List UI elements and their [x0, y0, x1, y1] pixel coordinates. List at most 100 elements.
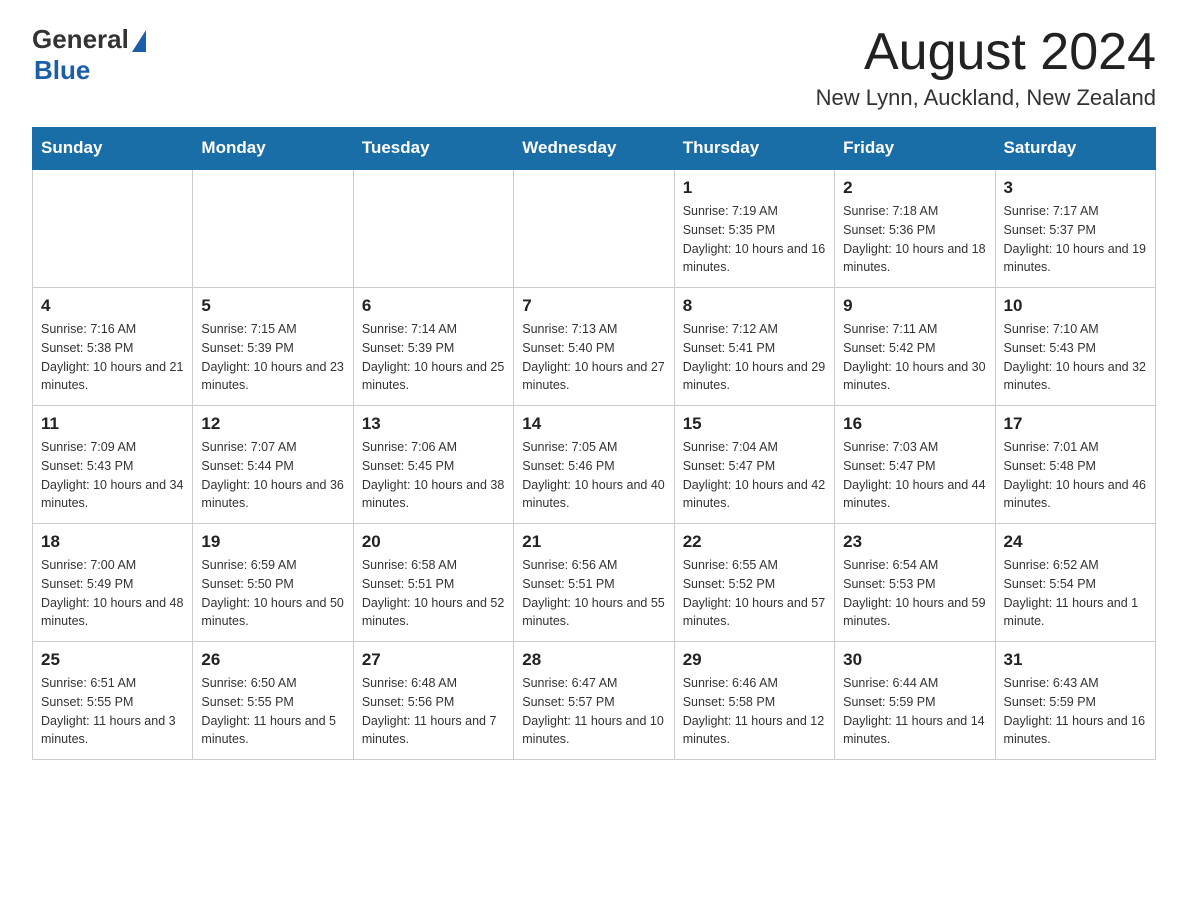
day-info: Sunrise: 6:56 AMSunset: 5:51 PMDaylight:…	[522, 556, 665, 631]
day-info: Sunrise: 7:07 AMSunset: 5:44 PMDaylight:…	[201, 438, 344, 513]
calendar-cell: 17 Sunrise: 7:01 AMSunset: 5:48 PMDayligh…	[995, 406, 1155, 524]
day-info: Sunrise: 6:54 AMSunset: 5:53 PMDaylight:…	[843, 556, 986, 631]
day-info: Sunrise: 7:03 AMSunset: 5:47 PMDaylight:…	[843, 438, 986, 513]
calendar-cell: 28 Sunrise: 6:47 AMSunset: 5:57 PMDayligh…	[514, 642, 674, 760]
day-info: Sunrise: 7:01 AMSunset: 5:48 PMDaylight:…	[1004, 438, 1147, 513]
day-number: 12	[201, 414, 344, 434]
day-number: 26	[201, 650, 344, 670]
day-number: 30	[843, 650, 986, 670]
calendar-cell: 20Sunrise: 6:58 AMSunset: 5:51 PMDayligh…	[353, 524, 513, 642]
day-number: 31	[1004, 650, 1147, 670]
location-text: New Lynn, Auckland, New Zealand	[816, 85, 1156, 111]
day-number: 9	[843, 296, 986, 316]
day-info: Sunrise: 6:46 AMSunset: 5:58 PMDaylight:…	[683, 674, 826, 749]
day-number: 23	[843, 532, 986, 552]
day-number: 1	[683, 178, 826, 198]
calendar-header-row: SundayMondayTuesdayWednesdayThursdayFrid…	[33, 128, 1156, 170]
day-number: 17	[1004, 414, 1147, 434]
day-number: 25	[41, 650, 184, 670]
calendar-cell: 27 Sunrise: 6:48 AMSunset: 5:56 PMDayligh…	[353, 642, 513, 760]
calendar-cell: 21 Sunrise: 6:56 AMSunset: 5:51 PMDayligh…	[514, 524, 674, 642]
calendar-cell	[33, 169, 193, 288]
day-number: 15	[683, 414, 826, 434]
day-info: Sunrise: 6:52 AMSunset: 5:54 PMDaylight:…	[1004, 556, 1147, 631]
day-header-monday: Monday	[193, 128, 353, 170]
day-number: 10	[1004, 296, 1147, 316]
day-number: 3	[1004, 178, 1147, 198]
day-info: Sunrise: 7:13 AMSunset: 5:40 PMDaylight:…	[522, 320, 665, 395]
day-header-wednesday: Wednesday	[514, 128, 674, 170]
calendar-cell: 31Sunrise: 6:43 AMSunset: 5:59 PMDayligh…	[995, 642, 1155, 760]
day-header-saturday: Saturday	[995, 128, 1155, 170]
calendar-cell: 12 Sunrise: 7:07 AMSunset: 5:44 PMDayligh…	[193, 406, 353, 524]
day-info: Sunrise: 7:18 AMSunset: 5:36 PMDaylight:…	[843, 202, 986, 277]
calendar-week-row: 4Sunrise: 7:16 AMSunset: 5:38 PMDaylight…	[33, 288, 1156, 406]
month-title: August 2024	[816, 24, 1156, 81]
day-header-thursday: Thursday	[674, 128, 834, 170]
calendar-cell: 11Sunrise: 7:09 AMSunset: 5:43 PMDayligh…	[33, 406, 193, 524]
calendar-cell: 15 Sunrise: 7:04 AMSunset: 5:47 PMDayligh…	[674, 406, 834, 524]
day-number: 4	[41, 296, 184, 316]
calendar-cell: 8 Sunrise: 7:12 AMSunset: 5:41 PMDaylight…	[674, 288, 834, 406]
calendar-cell: 30 Sunrise: 6:44 AMSunset: 5:59 PMDayligh…	[835, 642, 995, 760]
calendar-cell: 3 Sunrise: 7:17 AMSunset: 5:37 PMDaylight…	[995, 169, 1155, 288]
day-number: 5	[201, 296, 344, 316]
day-info: Sunrise: 6:47 AMSunset: 5:57 PMDaylight:…	[522, 674, 665, 749]
calendar-week-row: 25 Sunrise: 6:51 AMSunset: 5:55 PMDayligh…	[33, 642, 1156, 760]
calendar-cell	[193, 169, 353, 288]
day-number: 2	[843, 178, 986, 198]
calendar-cell: 22 Sunrise: 6:55 AMSunset: 5:52 PMDayligh…	[674, 524, 834, 642]
day-number: 24	[1004, 532, 1147, 552]
title-section: August 2024 New Lynn, Auckland, New Zeal…	[816, 24, 1156, 111]
day-info: Sunrise: 7:15 AMSunset: 5:39 PMDaylight:…	[201, 320, 344, 395]
day-number: 6	[362, 296, 505, 316]
day-info: Sunrise: 6:59 AMSunset: 5:50 PMDaylight:…	[201, 556, 344, 631]
day-number: 8	[683, 296, 826, 316]
day-info: Sunrise: 7:04 AMSunset: 5:47 PMDaylight:…	[683, 438, 826, 513]
calendar-cell: 9Sunrise: 7:11 AMSunset: 5:42 PMDaylight…	[835, 288, 995, 406]
day-info: Sunrise: 7:05 AMSunset: 5:46 PMDaylight:…	[522, 438, 665, 513]
day-number: 19	[201, 532, 344, 552]
logo-blue-text: Blue	[34, 55, 90, 86]
day-info: Sunrise: 7:14 AMSunset: 5:39 PMDaylight:…	[362, 320, 505, 395]
day-info: Sunrise: 6:51 AMSunset: 5:55 PMDaylight:…	[41, 674, 184, 749]
day-info: Sunrise: 6:44 AMSunset: 5:59 PMDaylight:…	[843, 674, 986, 749]
calendar-cell: 23 Sunrise: 6:54 AMSunset: 5:53 PMDayligh…	[835, 524, 995, 642]
calendar-cell: 5 Sunrise: 7:15 AMSunset: 5:39 PMDaylight…	[193, 288, 353, 406]
calendar-cell: 18Sunrise: 7:00 AMSunset: 5:49 PMDayligh…	[33, 524, 193, 642]
calendar-cell: 29 Sunrise: 6:46 AMSunset: 5:58 PMDayligh…	[674, 642, 834, 760]
calendar-cell: 7 Sunrise: 7:13 AMSunset: 5:40 PMDaylight…	[514, 288, 674, 406]
calendar-cell: 19 Sunrise: 6:59 AMSunset: 5:50 PMDayligh…	[193, 524, 353, 642]
calendar-cell: 14 Sunrise: 7:05 AMSunset: 5:46 PMDayligh…	[514, 406, 674, 524]
day-number: 14	[522, 414, 665, 434]
day-number: 27	[362, 650, 505, 670]
day-info: Sunrise: 6:50 AMSunset: 5:55 PMDaylight:…	[201, 674, 344, 749]
day-info: Sunrise: 6:55 AMSunset: 5:52 PMDaylight:…	[683, 556, 826, 631]
day-info: Sunrise: 7:00 AMSunset: 5:49 PMDaylight:…	[41, 556, 184, 631]
calendar-cell: 1Sunrise: 7:19 AMSunset: 5:35 PMDaylight…	[674, 169, 834, 288]
calendar-cell: 4Sunrise: 7:16 AMSunset: 5:38 PMDaylight…	[33, 288, 193, 406]
day-number: 11	[41, 414, 184, 434]
calendar-cell: 13Sunrise: 7:06 AMSunset: 5:45 PMDayligh…	[353, 406, 513, 524]
day-number: 7	[522, 296, 665, 316]
page-header: General Blue August 2024 New Lynn, Auckl…	[32, 24, 1156, 111]
day-header-tuesday: Tuesday	[353, 128, 513, 170]
calendar-week-row: 1Sunrise: 7:19 AMSunset: 5:35 PMDaylight…	[33, 169, 1156, 288]
day-number: 22	[683, 532, 826, 552]
day-number: 29	[683, 650, 826, 670]
logo: General Blue	[32, 24, 146, 86]
day-number: 21	[522, 532, 665, 552]
calendar-week-row: 11Sunrise: 7:09 AMSunset: 5:43 PMDayligh…	[33, 406, 1156, 524]
day-number: 28	[522, 650, 665, 670]
calendar-cell: 10Sunrise: 7:10 AMSunset: 5:43 PMDayligh…	[995, 288, 1155, 406]
calendar-cell	[353, 169, 513, 288]
calendar-week-row: 18Sunrise: 7:00 AMSunset: 5:49 PMDayligh…	[33, 524, 1156, 642]
day-info: Sunrise: 6:48 AMSunset: 5:56 PMDaylight:…	[362, 674, 505, 749]
calendar-cell: 6 Sunrise: 7:14 AMSunset: 5:39 PMDaylight…	[353, 288, 513, 406]
calendar-cell: 16Sunrise: 7:03 AMSunset: 5:47 PMDayligh…	[835, 406, 995, 524]
day-info: Sunrise: 7:06 AMSunset: 5:45 PMDaylight:…	[362, 438, 505, 513]
day-info: Sunrise: 7:17 AMSunset: 5:37 PMDaylight:…	[1004, 202, 1147, 277]
calendar-cell: 25 Sunrise: 6:51 AMSunset: 5:55 PMDayligh…	[33, 642, 193, 760]
day-header-sunday: Sunday	[33, 128, 193, 170]
day-info: Sunrise: 7:12 AMSunset: 5:41 PMDaylight:…	[683, 320, 826, 395]
